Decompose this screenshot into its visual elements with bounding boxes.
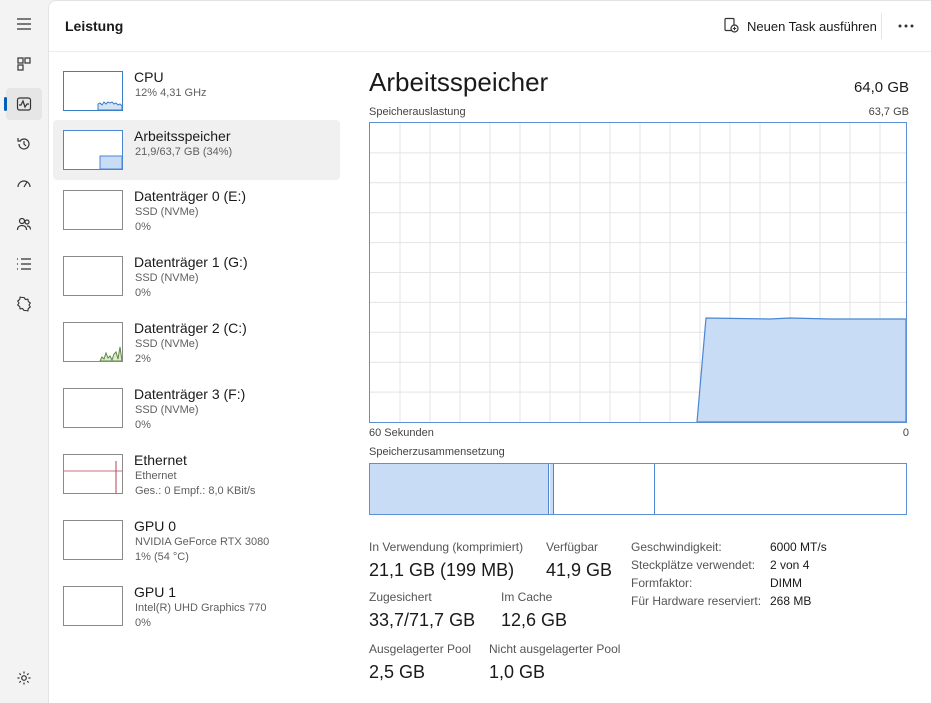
sidebar-item-sub: SSD (NVMe): [135, 404, 199, 416]
sidebar-item-disk-3[interactable]: Datenträger 3 (F:) SSD (NVMe) 0%: [53, 378, 340, 438]
hardware-reserved-label: Für Hardware reserviert:: [631, 594, 762, 608]
paged-pool-value: 2,5 GB: [369, 662, 426, 682]
sidebar-item-sub: 21,9/63,7 GB (34%): [135, 146, 233, 158]
usage-graph-label: Speicherauslastung: [369, 106, 466, 118]
navigation-rail: [0, 0, 48, 703]
gpu-0-thumbnail-graph: [63, 520, 123, 560]
slots-value: 2 von 4: [770, 558, 810, 572]
memory-title: Arbeitsspeicher: [369, 67, 549, 97]
graph-time-end: 0: [902, 427, 909, 439]
memory-usage-graph: [369, 122, 907, 423]
sidebar-item-title: Datenträger 3 (F:): [134, 386, 246, 402]
memory-thumbnail-graph: [63, 130, 123, 170]
speed-label: Geschwindigkeit:: [631, 540, 722, 554]
composition-standby-divider: [654, 464, 655, 514]
slots-label: Steckplätze verwendet:: [631, 558, 756, 572]
header-separator: [881, 13, 882, 39]
form-factor-value: DIMM: [770, 576, 802, 590]
new-task-icon: [723, 17, 739, 36]
processes-icon[interactable]: [6, 48, 42, 80]
details-icon[interactable]: [6, 248, 42, 280]
sidebar-item-sub: 2%: [135, 353, 151, 365]
sidebar-item-disk-1[interactable]: Datenträger 1 (G:) SSD (NVMe) 0%: [53, 246, 340, 306]
composition-modified: [550, 464, 554, 514]
users-icon[interactable]: [6, 208, 42, 240]
available-label: Verfügbar: [546, 540, 599, 554]
disk-2-thumbnail-graph: [63, 322, 123, 362]
cached-label: Im Cache: [501, 590, 553, 604]
sidebar-item-sub: SSD (NVMe): [135, 272, 199, 284]
sidebar-item-title: GPU 0: [134, 518, 177, 534]
graph-time-start: 60 Sekunden: [369, 427, 434, 439]
sidebar-item-sub: 1% (54 °C): [135, 551, 189, 563]
sidebar-item-title: Arbeitsspeicher: [134, 128, 231, 144]
services-icon[interactable]: [6, 288, 42, 320]
sidebar-item-sub: 0%: [135, 287, 151, 299]
sidebar-item-title: Ethernet: [134, 452, 187, 468]
sidebar-item-sub: 12% 4,31 GHz: [135, 87, 207, 99]
in-use-value: 21,1 GB (199 MB): [369, 560, 515, 580]
paged-pool-label: Ausgelagerter Pool: [369, 642, 472, 656]
sidebar-item-sub: Ges.: 0 Empf.: 8,0 KBit/s: [135, 485, 256, 497]
sidebar-item-gpu-0[interactable]: GPU 0 NVIDIA GeForce RTX 3080 1% (54 °C): [53, 510, 340, 570]
sidebar-item-sub: 0%: [135, 617, 151, 629]
startup-apps-icon[interactable]: [6, 168, 42, 200]
more-options-icon[interactable]: [889, 11, 923, 41]
sidebar-item-title: CPU: [134, 69, 164, 85]
settings-icon[interactable]: [6, 662, 42, 694]
gpu-1-thumbnail-graph: [63, 586, 123, 626]
sidebar-item-sub: Ethernet: [135, 470, 177, 482]
nonpaged-pool-value: 1,0 GB: [489, 662, 546, 682]
memory-total: 64,0 GB: [853, 79, 909, 96]
in-use-label: In Verwendung (komprimiert): [369, 540, 524, 554]
sidebar-item-sub: 0%: [135, 221, 151, 233]
sidebar-item-disk-0[interactable]: Datenträger 0 (E:) SSD (NVMe) 0%: [53, 180, 340, 240]
sidebar-item-cpu[interactable]: CPU 12% 4,31 GHz: [53, 61, 340, 121]
sidebar-item-sub: SSD (NVMe): [135, 206, 199, 218]
sidebar-item-title: GPU 1: [134, 584, 177, 600]
sidebar-item-sub: SSD (NVMe): [135, 338, 199, 350]
composition-label: Speicherzusammensetzung: [369, 446, 505, 458]
available-value: 41,9 GB: [546, 560, 613, 580]
sidebar-item-sub: NVIDIA GeForce RTX 3080: [135, 536, 270, 548]
header-bar: Leistung Neuen Task ausführen: [49, 1, 931, 52]
committed-value: 33,7/71,7 GB: [369, 610, 476, 630]
speed-value: 6000 MT/s: [770, 540, 827, 554]
performance-icon[interactable]: [4, 88, 42, 120]
sidebar-item-sub: 0%: [135, 419, 151, 431]
sidebar-item-title: Datenträger 0 (E:): [134, 188, 247, 204]
sidebar-item-ethernet[interactable]: Ethernet Ethernet Ges.: 0 Empf.: 8,0 KBi…: [53, 444, 340, 504]
sidebar-item-disk-2[interactable]: Datenträger 2 (C:) SSD (NVMe) 2%: [53, 312, 340, 372]
hardware-reserved-value: 268 MB: [770, 594, 812, 608]
nonpaged-pool-label: Nicht ausgelagerter Pool: [489, 642, 621, 656]
hamburger-menu-icon[interactable]: [6, 8, 42, 40]
disk-3-thumbnail-graph: [63, 388, 123, 428]
disk-1-thumbnail-graph: [63, 256, 123, 296]
sidebar-item-memory[interactable]: Arbeitsspeicher 21,9/63,7 GB (34%): [53, 120, 340, 180]
usage-graph-max: 63,7 GB: [868, 106, 909, 118]
memory-composition-bar: [369, 463, 907, 515]
run-new-task-button[interactable]: Neuen Task ausführen: [715, 11, 885, 41]
ethernet-thumbnail-graph: [63, 454, 123, 494]
form-factor-label: Formfaktor:: [631, 576, 693, 590]
sidebar-item-title: Datenträger 1 (G:): [134, 254, 248, 270]
sidebar-item-gpu-1[interactable]: GPU 1 Intel(R) UHD Graphics 770 0%: [53, 576, 340, 636]
disk-0-thumbnail-graph: [63, 190, 123, 230]
cached-value: 12,6 GB: [501, 610, 568, 630]
main-panel: Leistung Neuen Task ausführen CPU 12% 4,…: [48, 0, 931, 703]
sidebar-item-sub: Intel(R) UHD Graphics 770: [135, 602, 267, 614]
sidebar-item-title: Datenträger 2 (C:): [134, 320, 247, 336]
page-title: Leistung: [65, 18, 124, 34]
cpu-thumbnail-graph: [63, 71, 123, 111]
composition-in-use: [370, 464, 549, 514]
run-new-task-label: Neuen Task ausführen: [747, 18, 877, 34]
app-history-icon[interactable]: [6, 128, 42, 160]
committed-label: Zugesichert: [369, 590, 432, 604]
